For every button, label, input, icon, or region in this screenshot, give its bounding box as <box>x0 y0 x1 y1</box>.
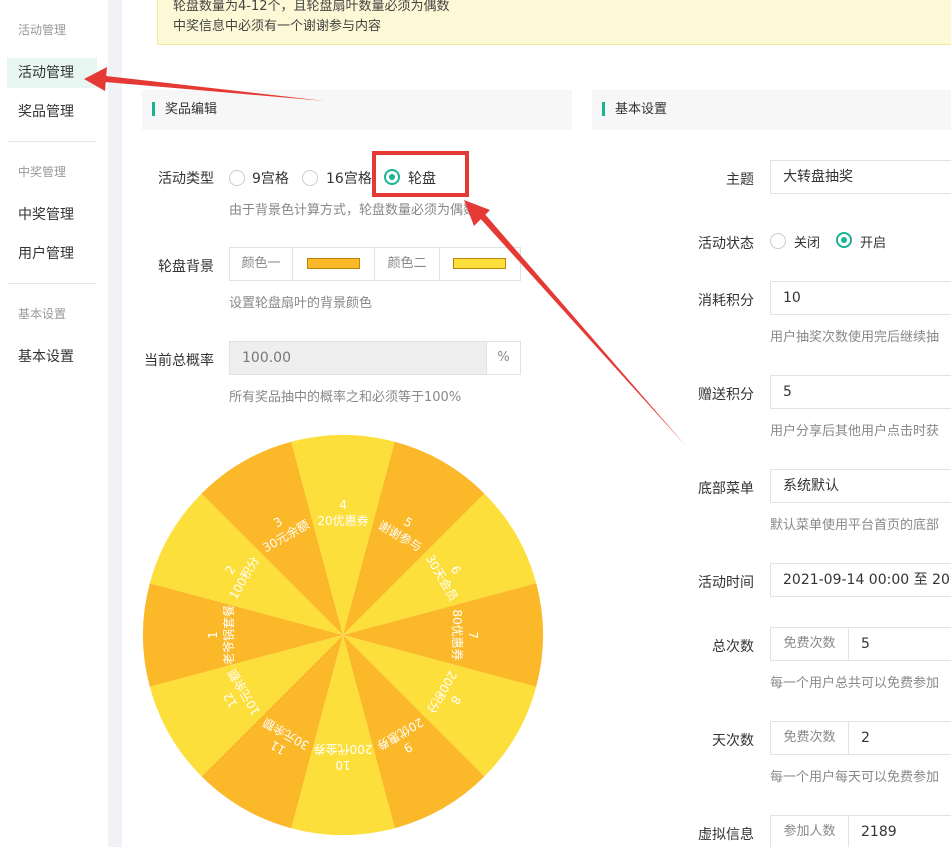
settings-panel-header: 基本设置 <box>592 90 951 130</box>
virtual-info-input[interactable]: 2189 <box>848 815 951 847</box>
prize-panel-header: 奖品编辑 <box>142 90 572 130</box>
cost-points-input[interactable]: 10 <box>770 281 951 315</box>
radio-status-off[interactable] <box>770 233 786 249</box>
wheel-segment-number: 1 <box>206 631 220 639</box>
sidebar-divider <box>7 141 97 142</box>
notice-line: 中奖信息中必须有一个谢谢参与内容 <box>173 19 382 34</box>
daily-times-label: 天次数 <box>712 733 754 749</box>
radio-status-on-label[interactable]: 开启 <box>860 232 886 251</box>
total-times-input[interactable]: 5 <box>848 627 951 661</box>
gutter <box>108 0 122 847</box>
total-times-label: 总次数 <box>712 639 754 655</box>
activity-time-input[interactable]: 2021-09-14 00:00 至 2023- <box>770 563 951 597</box>
header-accent-bar <box>602 101 605 116</box>
virtual-info-addon: 参加人数 <box>770 815 849 847</box>
prize-panel-title: 奖品编辑 <box>165 102 218 117</box>
sidebar-divider <box>7 283 97 284</box>
radio-9grid[interactable] <box>229 170 245 186</box>
header-accent-bar <box>152 101 155 116</box>
sidebar-section-activity: 活动管理 <box>18 23 67 37</box>
color1-addon: 颜色一 <box>229 247 293 281</box>
bottom-menu-label: 底部菜单 <box>698 481 754 497</box>
notice-box: 轮盘数量为4-12个，且轮盘扇叶数量必须为偶数 中奖信息中必须有一个谢谢参与内容 <box>157 0 951 45</box>
probability-label: 当前总概率 <box>144 353 214 369</box>
radio-status-off-label[interactable]: 关闭 <box>794 232 820 251</box>
color1-picker[interactable] <box>292 247 375 281</box>
highlight-box <box>372 151 469 197</box>
sidebar-section-winning: 中奖管理 <box>18 165 67 179</box>
wheel-segment-name: 20优惠券 <box>317 513 368 528</box>
wheel-segment-name: 200代金券 <box>314 742 373 757</box>
probability-unit: % <box>486 341 521 375</box>
sidebar-item-basic-settings[interactable]: 基本设置 <box>7 342 97 372</box>
status-label: 活动状态 <box>698 236 754 252</box>
sidebar-item-activity-manage[interactable]: 活动管理 <box>7 58 97 88</box>
radio-9grid-label[interactable]: 9宫格 <box>252 168 289 188</box>
sidebar-item-prize-manage[interactable]: 奖品管理 <box>7 97 97 127</box>
wheel-segment-number: 10 <box>335 758 350 772</box>
activity-time-label: 活动时间 <box>698 575 754 591</box>
wheel-segment-number: 4 <box>339 498 347 512</box>
theme-label: 主题 <box>726 172 754 188</box>
radio-16grid-label[interactable]: 16宫格 <box>326 168 372 188</box>
color2-picker[interactable] <box>439 247 521 281</box>
wheel-segment-name: 80优惠券 <box>450 609 465 660</box>
total-times-help: 每一个用户总共可以免费参加 <box>770 676 940 691</box>
sidebar-section-settings: 基本设置 <box>18 307 67 321</box>
daily-times-help: 每一个用户每天可以免费参加 <box>770 770 940 785</box>
bottom-menu-help: 默认菜单使用平台首页的底部 <box>770 518 940 533</box>
activity-type-label: 活动类型 <box>158 171 214 187</box>
cost-points-help: 用户抽奖次数使用完后继续抽 <box>770 330 940 345</box>
wheel-segment-number: 7 <box>466 631 480 639</box>
wheel-segment-name: 老爷锅套餐 <box>221 605 236 665</box>
activity-type-help: 由于背景色计算方式，轮盘数量必须为偶数 <box>229 203 477 218</box>
sidebar-item-winning-manage[interactable]: 中奖管理 <box>7 200 97 230</box>
wheel-bg-help: 设置轮盘扇叶的背景颜色 <box>229 296 373 311</box>
total-times-addon: 免费次数 <box>770 627 849 661</box>
virtual-info-label: 虚拟信息 <box>698 827 754 843</box>
theme-input[interactable]: 大转盘抽奖 <box>770 160 951 194</box>
radio-status-on[interactable] <box>836 232 852 248</box>
sidebar-item-user-manage[interactable]: 用户管理 <box>7 239 97 269</box>
gift-points-label: 赠送积分 <box>698 387 754 403</box>
daily-times-input[interactable]: 2 <box>848 721 951 755</box>
gift-points-help: 用户分享后其他用户点击时获 <box>770 424 940 439</box>
probability-help: 所有奖品抽中的概率之和必须等于100% <box>229 390 462 405</box>
wheel-bg-label: 轮盘背景 <box>158 259 214 275</box>
probability-input: 100.00 <box>229 341 487 375</box>
sidebar: 活动管理 活动管理 奖品管理 中奖管理 中奖管理 用户管理 基本设置 基本设置 <box>0 0 108 847</box>
radio-16grid[interactable] <box>302 170 318 186</box>
gift-points-input[interactable]: 5 <box>770 375 951 409</box>
daily-times-addon: 免费次数 <box>770 721 849 755</box>
settings-panel-title: 基本设置 <box>615 102 668 117</box>
prize-wheel: 1 老爷锅套餐2100积分330元余额420优惠券 5谢谢参与630天会员780优惠… <box>142 434 544 836</box>
notice-line: 轮盘数量为4-12个，且轮盘扇叶数量必须为偶数 <box>173 0 450 14</box>
bottom-menu-select[interactable]: 系统默认 <box>770 469 951 503</box>
cost-points-label: 消耗积分 <box>698 293 754 309</box>
color2-addon: 颜色二 <box>374 247 440 281</box>
main-content: 轮盘数量为4-12个，且轮盘扇叶数量必须为偶数 中奖信息中必须有一个谢谢参与内容… <box>122 0 951 847</box>
color1-swatch <box>307 258 360 269</box>
color2-swatch <box>453 258 506 269</box>
